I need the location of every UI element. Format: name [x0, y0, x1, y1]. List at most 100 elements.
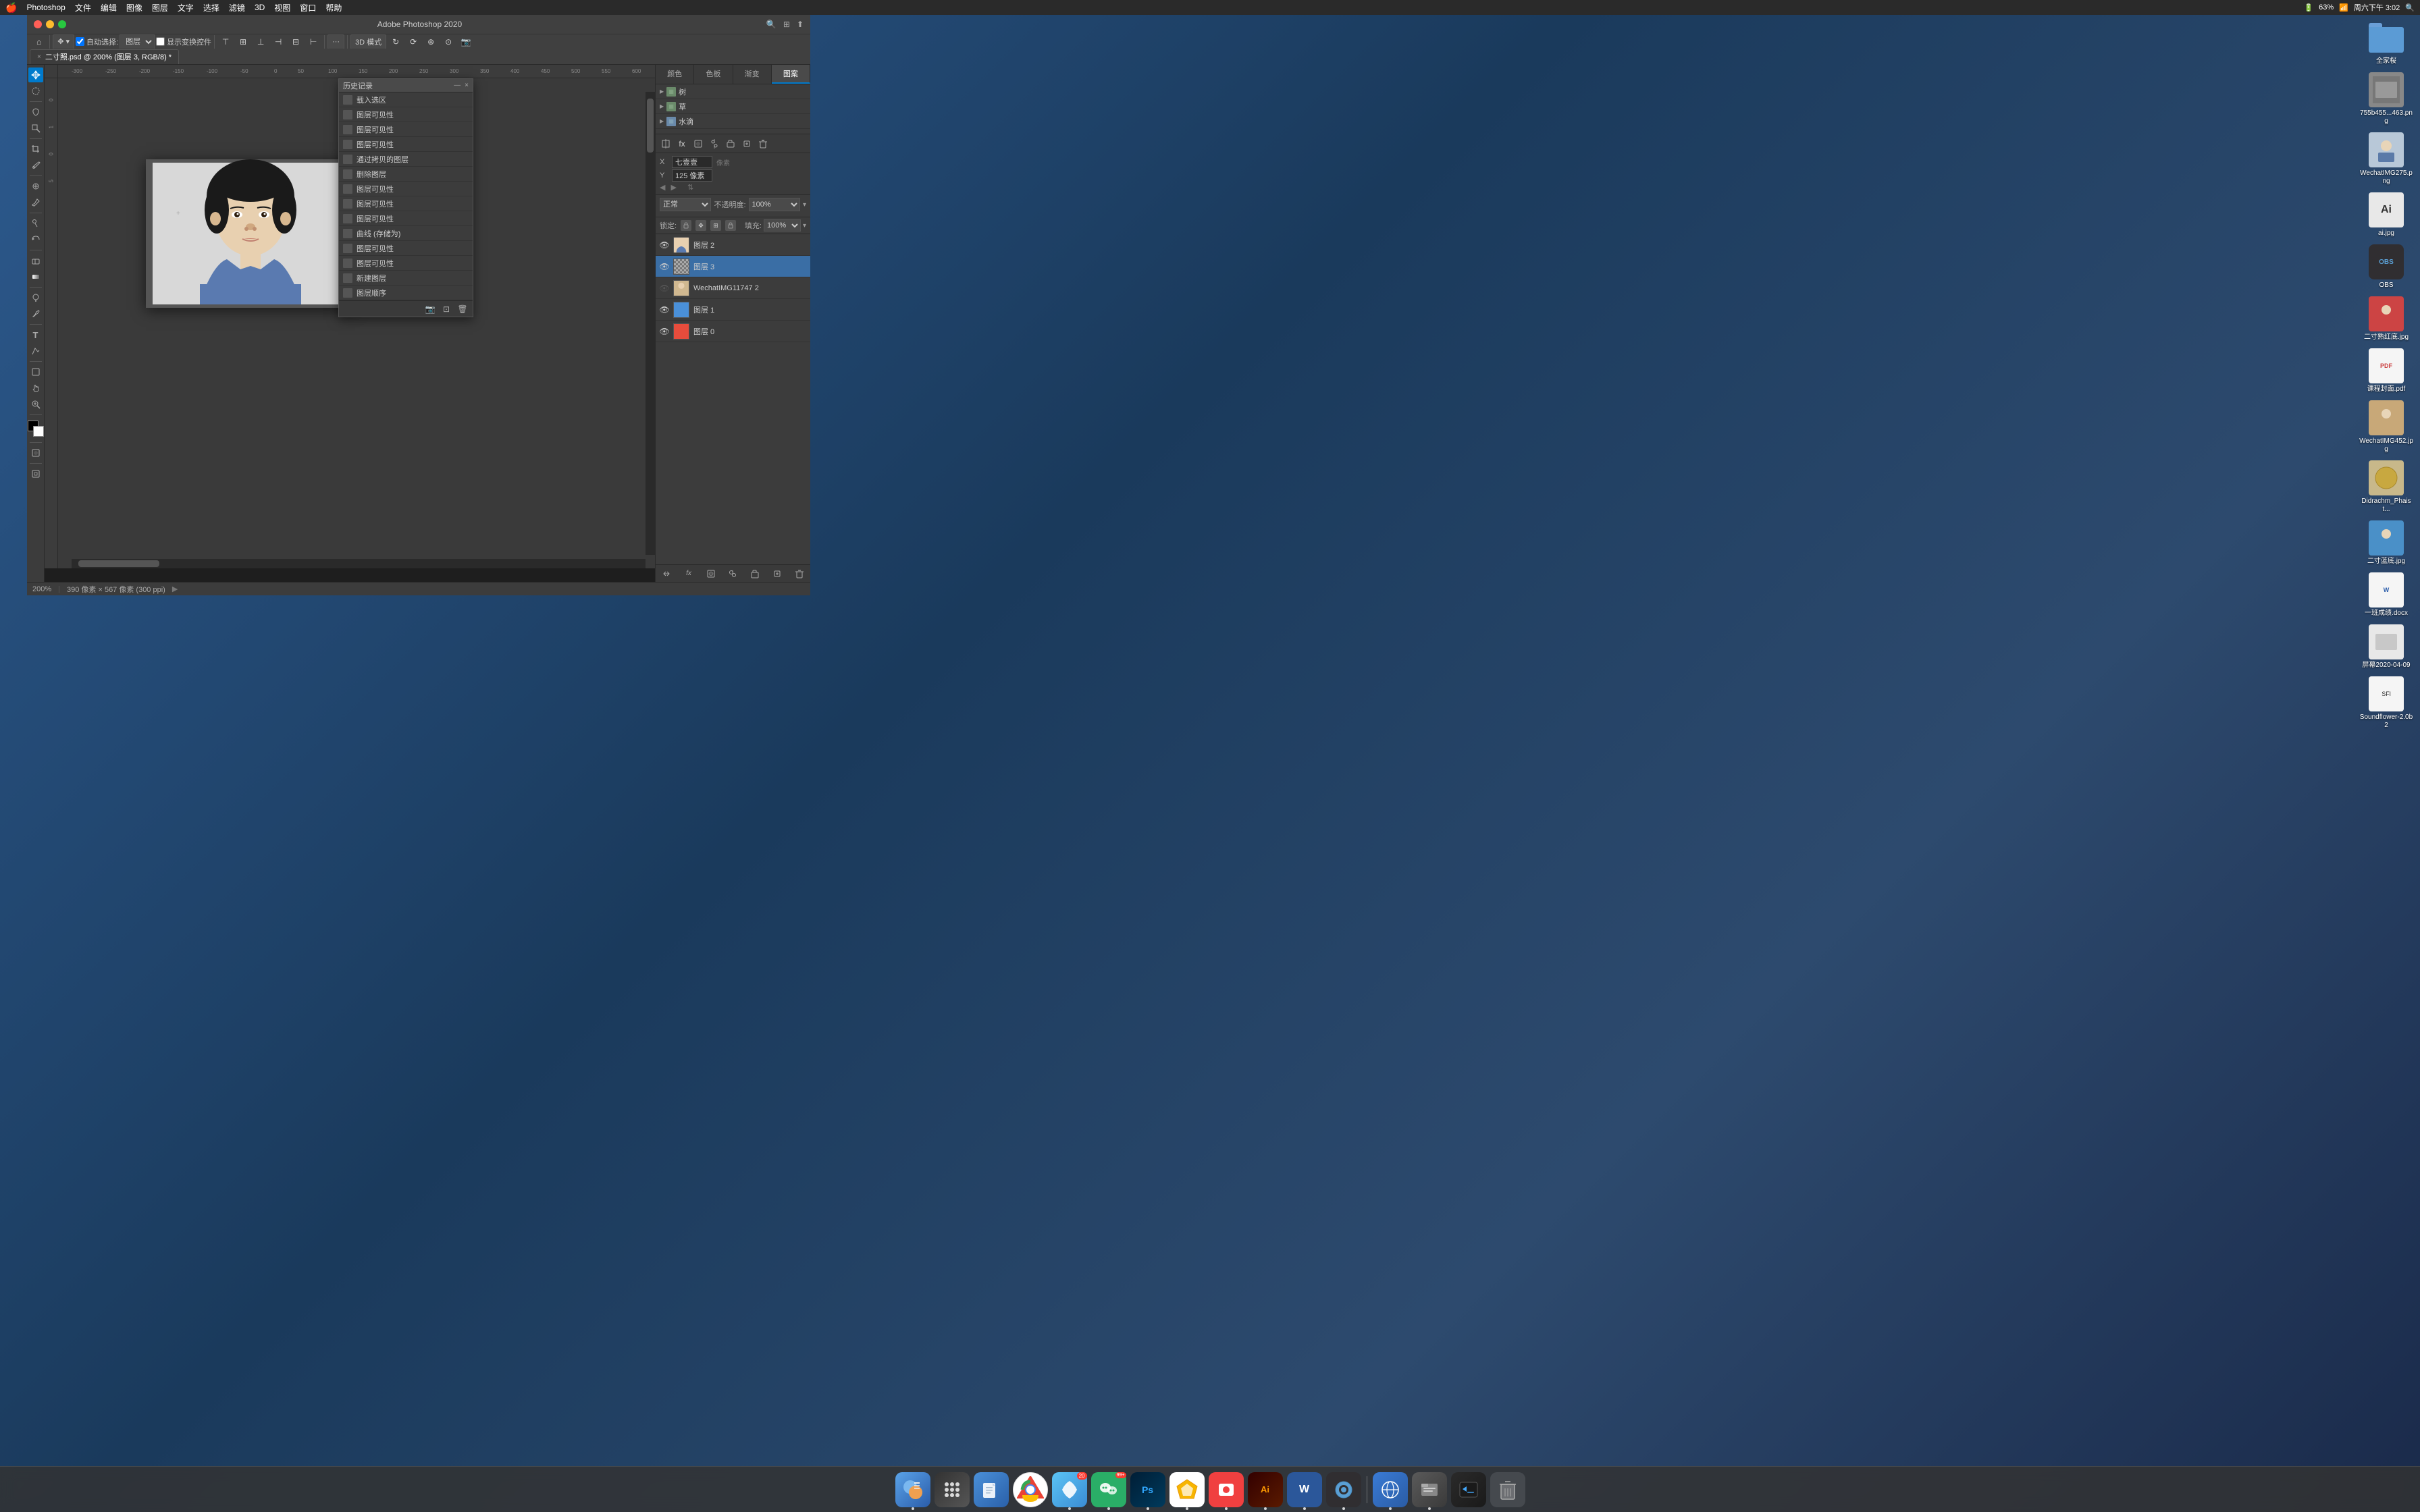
menu-view[interactable]: 视图 — [274, 2, 290, 14]
menu-photoshop[interactable]: Photoshop — [26, 3, 65, 12]
fx-icon[interactable]: fx — [676, 138, 688, 150]
dock-chrome[interactable] — [1013, 1472, 1048, 1507]
auto-select-mode[interactable]: 图层 — [120, 34, 155, 49]
dock-sketch[interactable] — [1169, 1472, 1205, 1507]
panel-tab-swatches[interactable]: 色板 — [694, 65, 733, 84]
lock-position[interactable]: ✥ — [695, 220, 706, 231]
history-item-2[interactable]: 图层可见性 — [339, 122, 473, 137]
tool-dodge[interactable] — [28, 290, 43, 305]
share-title-icon[interactable]: ⬆ — [797, 20, 804, 29]
doc-tab-close[interactable]: × — [37, 53, 41, 61]
tool-shape[interactable] — [28, 364, 43, 379]
auto-select-checkbox[interactable] — [76, 37, 84, 46]
layer-item-1[interactable]: 👁 图层 1 — [656, 299, 810, 321]
color-boxes[interactable] — [28, 421, 44, 437]
dock-photoshop[interactable]: Ps — [1130, 1472, 1165, 1507]
desktop-icon-redphoto[interactable]: 二寸熟红底.jpg — [2359, 296, 2413, 342]
layer-item-2[interactable]: 👁 图层 2 — [656, 234, 810, 256]
history-snapshot[interactable]: 📷 — [424, 303, 436, 315]
desktop-icon-wechat452[interactable]: WechatIMG452.jpg — [2359, 400, 2413, 454]
menu-file[interactable]: 文件 — [75, 2, 91, 14]
snap-to-icon[interactable] — [660, 138, 672, 150]
menu-select[interactable]: 选择 — [203, 2, 219, 14]
background-color[interactable] — [33, 426, 44, 437]
scrollbar-thumb-v[interactable] — [647, 99, 654, 153]
tool-hand[interactable] — [28, 381, 43, 396]
lock-transparent[interactable] — [681, 220, 691, 231]
history-item-9[interactable]: 曲线 (存储为) — [339, 226, 473, 241]
adjustment-icon[interactable] — [708, 138, 720, 150]
menu-image[interactable]: 图像 — [126, 2, 142, 14]
layer-2-eye[interactable]: 👁 — [660, 240, 669, 250]
pattern-group-tree[interactable]: ▶ ▦ 树 — [656, 84, 810, 99]
scale-3d[interactable]: ⊙ — [440, 34, 456, 50]
scrollbar-horizontal[interactable] — [72, 559, 646, 568]
tool-mask[interactable] — [28, 446, 43, 460]
history-delete[interactable]: 🗑 — [456, 303, 469, 315]
history-item-1[interactable]: 图层可见性 — [339, 107, 473, 122]
menu-layer[interactable]: 图层 — [152, 2, 168, 14]
history-collapse[interactable]: — — [454, 82, 461, 89]
delete-layer-icon[interactable] — [757, 138, 769, 150]
history-close[interactable]: × — [465, 82, 469, 89]
add-mask-btn[interactable] — [704, 567, 718, 580]
pattern-group-water[interactable]: ▶ ▦ 水滴 — [656, 114, 810, 129]
panel-tab-gradient[interactable]: 渐变 — [733, 65, 772, 84]
fill-select[interactable]: 100% — [764, 219, 801, 232]
desktop-icon-word[interactable]: W 一班成绩.docx — [2359, 572, 2413, 618]
history-item-6[interactable]: 图层可见性 — [339, 182, 473, 196]
history-item-11[interactable]: 图层可见性 — [339, 256, 473, 271]
scrollbar-thumb-h[interactable] — [78, 560, 159, 567]
menu-window[interactable]: 窗口 — [300, 2, 316, 14]
dock-files[interactable] — [974, 1472, 1009, 1507]
sort-nav[interactable]: ⇅ — [687, 183, 693, 192]
more-options[interactable]: ··· — [327, 34, 344, 49]
tool-text[interactable]: T — [28, 327, 43, 342]
search-icon[interactable]: 🔍 — [2405, 3, 2415, 12]
desktop-icon-pdf[interactable]: PDF 课程封面.pdf — [2359, 348, 2413, 394]
minimize-button[interactable] — [46, 20, 54, 28]
new-layer-icon[interactable] — [741, 138, 753, 150]
layout-title-icon[interactable]: ⊞ — [783, 20, 790, 29]
align-vcenter[interactable]: ⊞ — [235, 34, 251, 50]
tool-clone[interactable] — [28, 216, 43, 231]
new-layer-btn[interactable] — [770, 567, 784, 580]
desktop-icon-bluephoto[interactable]: 二寸蓝底.jpg — [2359, 520, 2413, 566]
tool-eyedropper[interactable] — [28, 158, 43, 173]
tool-path-select[interactable] — [28, 344, 43, 358]
align-top[interactable]: ⊤ — [217, 34, 234, 50]
tool-crop[interactable] — [28, 142, 43, 157]
layer-item-wechat[interactable]: 👁 WechatIMG11747 2 — [656, 277, 810, 299]
desktop-icon-ai[interactable]: Ai ai.jpg — [2359, 192, 2413, 238]
desktop-icon-screenshot[interactable]: 屏幕2020-04-09 — [2359, 624, 2413, 670]
menu-help[interactable]: 帮助 — [325, 2, 342, 14]
menu-filter[interactable]: 滤镜 — [229, 2, 245, 14]
history-item-7[interactable]: 图层可见性 — [339, 196, 473, 211]
dock-terminal[interactable] — [1451, 1472, 1486, 1507]
transform-tool[interactable]: ✥ ▾ — [53, 34, 74, 49]
tool-zoom[interactable] — [28, 397, 43, 412]
align-bottom[interactable]: ⊥ — [253, 34, 269, 50]
dock-pockity[interactable] — [1209, 1472, 1244, 1507]
tool-gradient[interactable] — [28, 269, 43, 284]
dock-wechat[interactable]: 99+ — [1091, 1472, 1126, 1507]
panel-tab-pattern[interactable]: 图案 — [772, 65, 810, 84]
ps-canvas-area[interactable]: -300 -250 -200 -150 -100 -50 0 50 100 15… — [45, 65, 655, 582]
history-item-13[interactable]: 图层顺序 — [339, 286, 473, 300]
dock-launchpad[interactable] — [935, 1472, 970, 1507]
orbit-3d[interactable]: ⟳ — [405, 34, 421, 50]
dock-lark[interactable]: 20 — [1052, 1472, 1087, 1507]
next-nav[interactable]: ▶ — [670, 183, 676, 192]
opacity-select[interactable]: 100% — [749, 198, 800, 211]
lock-artboard[interactable]: ⊞ — [710, 220, 721, 231]
opacity-dropdown[interactable]: ▾ — [803, 201, 806, 209]
history-camera[interactable]: ⊡ — [440, 303, 452, 315]
mask-icon[interactable] — [692, 138, 704, 150]
delete-layer-btn[interactable] — [793, 567, 806, 580]
desktop-icon-wechat275[interactable]: WechatIMG275.png — [2359, 132, 2413, 186]
tool-marquee[interactable] — [28, 84, 43, 99]
desktop-icon-coin[interactable]: Didrachm_Phaist... — [2359, 460, 2413, 514]
search-title-icon[interactable]: 🔍 — [766, 20, 777, 29]
wechat-eye[interactable]: 👁 — [660, 284, 669, 293]
group-btn[interactable] — [748, 567, 762, 580]
